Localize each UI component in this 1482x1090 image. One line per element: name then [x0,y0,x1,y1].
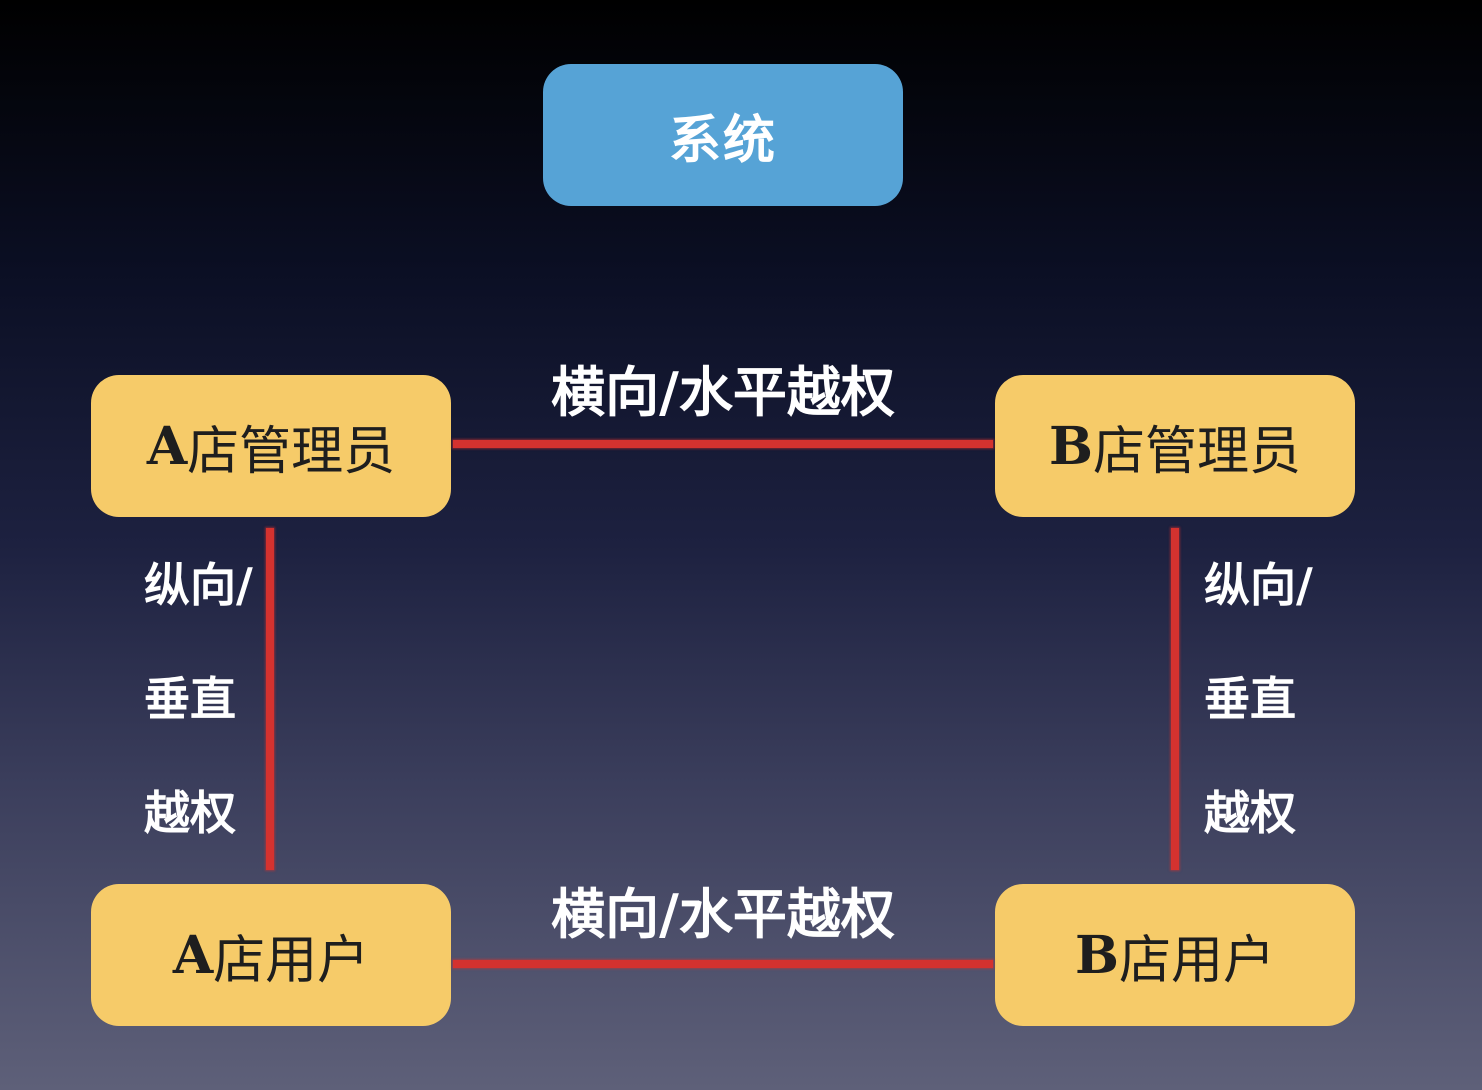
node-prefix: A [146,415,188,477]
node-prefix: B [1049,415,1093,477]
edge-label-line: 垂直 [1204,672,1296,726]
node-label: 店管理员 [187,421,396,482]
connector-a-vertical [266,528,274,870]
edge-label-horizontal-top: 横向/水平越权 [551,361,895,424]
edge-label-line: 纵向/ [1204,558,1313,612]
edge-label-line: 纵向/ [144,558,253,612]
node-b-store-user: B 店用户 [995,884,1355,1026]
connector-admin-horizontal [453,440,993,448]
connector-b-vertical [1171,528,1179,870]
node-label: 店管理员 [1092,421,1301,482]
node-a-store-admin: A 店管理员 [91,375,451,517]
edge-label-line: 越权 [1204,786,1296,840]
edge-label-line: 垂直 [144,672,236,726]
node-label: 店用户 [213,930,370,991]
connector-user-horizontal [453,960,993,968]
system-label: 系统 [668,110,777,171]
node-b-store-admin: B 店管理员 [995,375,1355,517]
node-a-store-user: A 店用户 [91,884,451,1026]
node-prefix: B [1075,924,1119,986]
edge-label-horizontal-bottom: 横向/水平越权 [551,883,895,946]
system-node: 系统 [543,64,903,206]
node-label: 店用户 [1118,930,1275,991]
edge-label-line: 越权 [144,786,236,840]
node-prefix: A [172,924,214,986]
